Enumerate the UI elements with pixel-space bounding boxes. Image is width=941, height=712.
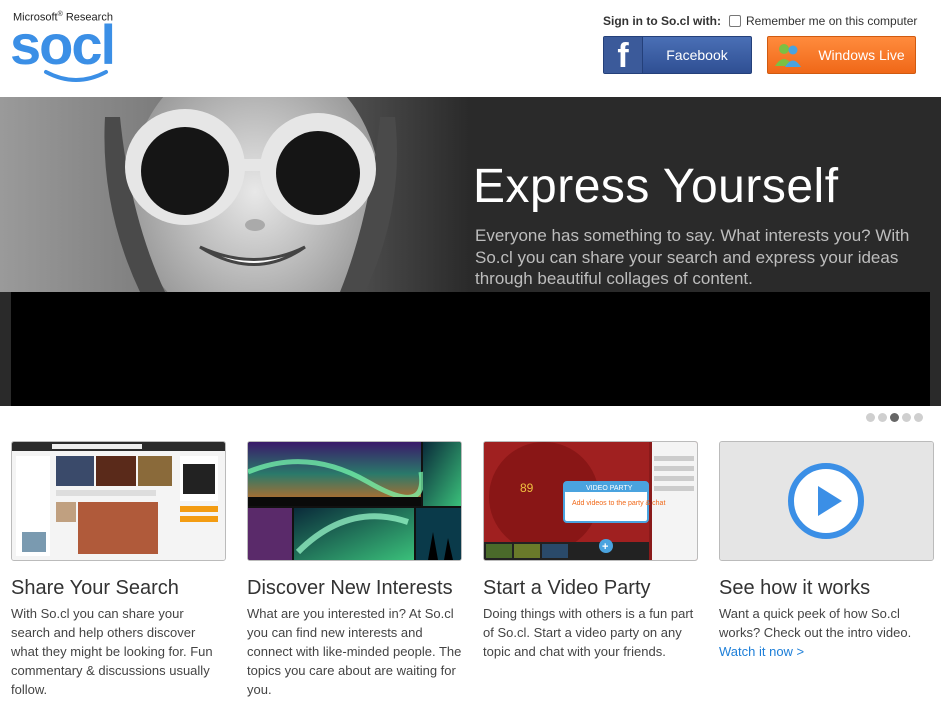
watch-it-now-link[interactable]: Watch it now >	[719, 642, 934, 661]
facebook-signin-button[interactable]: f Facebook	[603, 36, 752, 74]
share-search-thumbnail[interactable]	[11, 441, 226, 561]
feature-card-how-it-works: See how it works Want a quick peek of ho…	[719, 441, 934, 661]
svg-text:+: +	[602, 541, 608, 553]
carousel-pagination	[866, 413, 923, 422]
facebook-icon: f	[604, 37, 643, 73]
remember-me-checkbox[interactable]: Remember me on this computer	[729, 14, 917, 28]
header: Microsoft® Research socl Sign in to So.c…	[0, 0, 941, 97]
intro-video-thumbnail[interactable]	[719, 441, 934, 561]
svg-text:Add videos to the party & chat: Add videos to the party & chat	[572, 500, 665, 507]
windows-live-button-label: Windows Live	[818, 47, 905, 63]
signin-label: Sign in to So.cl with:	[603, 14, 721, 28]
windows-live-messenger-icon	[768, 42, 808, 68]
svg-text:socl: socl	[10, 18, 114, 76]
card-title: Share Your Search	[11, 577, 179, 599]
feature-card-video-party: 89 VIDEO PARTY Add videos to the party &…	[483, 441, 698, 661]
aurora-collage-thumbnail[interactable]	[247, 441, 462, 561]
windows-live-signin-button[interactable]: Windows Live	[767, 36, 916, 74]
hero-video-area	[11, 292, 930, 406]
carousel-dot[interactable]	[878, 413, 887, 422]
carousel-dot[interactable]	[902, 413, 911, 422]
svg-text:89: 89	[520, 481, 534, 495]
hero-title: Express Yourself	[473, 160, 839, 213]
facebook-button-label: Facebook	[666, 47, 728, 63]
hero-description: Everyone has something to say. What inte…	[475, 226, 910, 288]
card-title: Start a Video Party	[483, 577, 651, 599]
card-description: Doing things with others is a fun part o…	[483, 606, 694, 659]
carousel-dot[interactable]	[914, 413, 923, 422]
card-description: With So.cl you can share your search and…	[11, 606, 213, 697]
hero-banner: Express Yourself Everyone has something …	[0, 97, 941, 406]
video-party-thumbnail[interactable]: 89 VIDEO PARTY Add videos to the party &…	[483, 441, 698, 561]
card-description: Want a quick peek of how So.cl works? Ch…	[719, 604, 934, 661]
remember-me-label: Remember me on this computer	[746, 14, 918, 28]
carousel-dot[interactable]	[866, 413, 875, 422]
card-description: What are you interested in? At So.cl you…	[247, 606, 462, 697]
card-title: Discover New Interests	[247, 577, 453, 599]
feature-card-discover-interests: Discover New Interests What are you inte…	[247, 441, 462, 699]
carousel-dot-active[interactable]	[890, 413, 899, 422]
feature-card-share-search: Share Your Search With So.cl you can sha…	[11, 441, 226, 699]
svg-text:VIDEO PARTY: VIDEO PARTY	[586, 485, 633, 492]
socl-logo[interactable]: socl	[10, 18, 135, 86]
hero-girl-photo	[0, 97, 470, 292]
checkbox-box[interactable]	[729, 15, 741, 27]
card-title: See how it works	[719, 577, 871, 599]
